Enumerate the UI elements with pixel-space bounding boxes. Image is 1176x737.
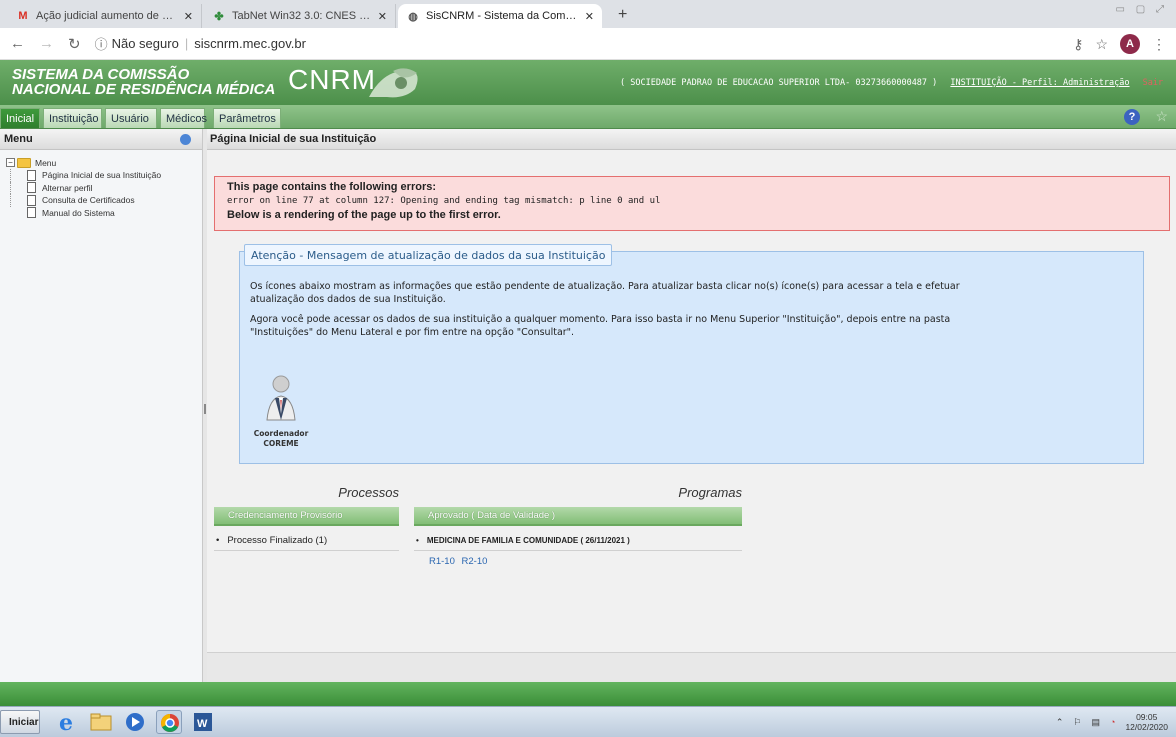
browser-menu-icon[interactable]: ⋮	[1152, 36, 1166, 53]
programas-links: R1-10 R2-10	[429, 556, 491, 567]
coordenador-coreme-button[interactable]: Coordenador COREME	[246, 374, 316, 449]
main-nav: Inicial Instituição Usuário Médicos Parâ…	[0, 105, 1176, 129]
key-icon[interactable]: ⚷	[1073, 36, 1083, 53]
browser-actions: ⚷ ☆ A ⋮	[1073, 34, 1166, 54]
site-title: SISTEMA DA COMISSÃO NACIONAL DE RESIDÊNC…	[12, 66, 276, 98]
profile-avatar[interactable]: A	[1120, 34, 1140, 54]
url-field[interactable]: ⓘ Não seguro | siscnrm.mec.gov.br	[95, 34, 306, 53]
clock[interactable]: 09:05 12/02/2020	[1125, 712, 1168, 732]
page-icon	[27, 169, 36, 181]
nav-tab-medicos[interactable]: Médicos	[160, 108, 207, 128]
window-controls-icon[interactable]: ▭ ▢ ⤢	[1116, 4, 1168, 15]
cnrm-emblem-icon	[369, 68, 418, 98]
explorer-icon[interactable]	[88, 710, 114, 734]
notice-legend: Atenção - Mensagem de atualização de dad…	[244, 244, 613, 266]
notice-panel: Atenção - Mensagem de atualização de dad…	[239, 244, 1144, 464]
menu-item-alternar-perfil[interactable]: Alternar perfil	[10, 181, 202, 194]
link-r1-10[interactable]: R1-10	[429, 556, 455, 567]
side-menu-header: Menu	[0, 129, 202, 150]
profile-link[interactable]: INSTITUIÇÃO - Perfil: Administração	[950, 78, 1129, 88]
error-message: error on line 77 at column 127: Opening …	[227, 196, 661, 206]
processos-title: Processos	[338, 485, 399, 500]
nav-tab-instituicao[interactable]: Instituição	[43, 108, 102, 128]
programas-header: Aprovado ( Data de Validade )	[414, 507, 742, 526]
menu-tree: − Menu Página Inicial de sua Instituição…	[0, 150, 202, 219]
browser-tab-tabnet[interactable]: ✤ TabNet Win32 3.0: CNES - Recursos ✕	[204, 4, 396, 28]
help-icon[interactable]: ?	[1124, 109, 1140, 125]
ie-icon[interactable]: e	[54, 710, 80, 736]
info-icon[interactable]: ⓘ	[95, 34, 108, 53]
folder-icon	[17, 157, 31, 168]
collapse-icon[interactable]	[180, 134, 191, 145]
forward-icon[interactable]: →	[39, 35, 54, 52]
menu-tree-root[interactable]: − Menu	[6, 156, 202, 169]
tray-expand-icon[interactable]: ⌃	[1056, 717, 1064, 728]
chrome-icon[interactable]	[156, 710, 182, 734]
error-heading: This page contains the following errors:	[227, 181, 437, 193]
page-icon	[27, 194, 36, 206]
close-icon[interactable]: ✕	[585, 10, 594, 23]
reload-icon[interactable]: ↻	[68, 35, 81, 53]
globe-icon: ◍	[408, 10, 418, 23]
word-icon[interactable]: W	[190, 710, 216, 734]
site-footer-bar	[0, 682, 1176, 706]
person-icon	[266, 375, 296, 421]
volume-muted-icon[interactable]: ◔	[1110, 717, 1115, 727]
flag-icon[interactable]: ⚐	[1073, 717, 1081, 728]
new-tab-button[interactable]: +	[618, 6, 627, 24]
programas-title: Programas	[678, 485, 742, 500]
cnrm-logo-text: CNRM	[288, 64, 376, 95]
main-footer-bar	[207, 652, 1176, 682]
back-icon[interactable]: ←	[10, 35, 25, 52]
close-icon[interactable]: ✕	[184, 10, 193, 23]
processos-header: Credenciamento Provisório	[214, 507, 399, 526]
notice-paragraph-1: Os ícones abaixo mostram as informações …	[250, 281, 960, 305]
site-header: SISTEMA DA COMISSÃO NACIONAL DE RESIDÊNC…	[0, 60, 1176, 105]
nav-tab-inicial[interactable]: Inicial	[0, 108, 40, 128]
page-title: Página Inicial de sua Instituição	[207, 129, 1176, 150]
list-item[interactable]: • Processo Finalizado (1)	[214, 531, 399, 551]
nav-tab-usuario[interactable]: Usuário	[105, 108, 157, 128]
tabnet-icon: ✤	[214, 10, 224, 23]
error-box: This page contains the following errors:…	[214, 176, 1170, 231]
user-info: ( SOCIEDADE PADRAO DE EDUCACAO SUPERIOR …	[620, 78, 1163, 88]
bullet-icon: •	[416, 536, 419, 545]
menu-item-pagina-inicial[interactable]: Página Inicial de sua Instituição	[10, 169, 202, 182]
link-r2-10[interactable]: R2-10	[462, 556, 488, 567]
favorite-icon[interactable]: ☆	[1155, 108, 1168, 125]
media-player-icon[interactable]	[122, 710, 148, 734]
page-icon	[27, 207, 36, 219]
list-item: • MEDICINA DE FAMILIA E COMUNIDADE ( 26/…	[414, 531, 742, 551]
error-footer: Below is a rendering of the page up to t…	[227, 209, 501, 221]
svg-text:W: W	[197, 718, 208, 730]
browser-tab-gmail[interactable]: M Ação judicial aumento de vagas - m ✕	[8, 4, 202, 28]
security-label: Não seguro	[111, 36, 179, 51]
address-bar: ← → ↻ ⓘ Não seguro | siscnrm.mec.gov.br …	[0, 28, 1176, 60]
menu-item-consulta-certificados[interactable]: Consulta de Certificados	[10, 194, 202, 207]
side-menu: Menu − Menu Página Inicial de sua Instit…	[0, 129, 203, 682]
browser-tab-siscnrm[interactable]: ◍ SisCNRM - Sistema da Comissão Nac ✕	[398, 4, 602, 28]
logout-link[interactable]: Sair	[1143, 78, 1163, 88]
svg-text:e: e	[59, 710, 73, 734]
bullet-icon: •	[216, 535, 220, 546]
start-button[interactable]: Iniciar	[0, 710, 40, 734]
taskbar: Iniciar e W ⌃ ⚐ ▤ ◔ 09:05 12/02/2020	[0, 706, 1176, 737]
minus-icon[interactable]: −	[6, 158, 15, 167]
url-text: siscnrm.mec.gov.br	[194, 36, 306, 51]
bookmark-star-icon[interactable]: ☆	[1095, 36, 1108, 53]
menu-item-manual[interactable]: Manual do Sistema	[10, 207, 202, 220]
institution-label: ( SOCIEDADE PADRAO DE EDUCACAO SUPERIOR …	[620, 78, 938, 88]
network-icon[interactable]: ▤	[1092, 717, 1101, 728]
notice-paragraph-2: Agora você pode acessar os dados de sua …	[250, 314, 951, 338]
gmail-icon: M	[18, 10, 28, 22]
browser-tab-strip: M Ação judicial aumento de vagas - m ✕ ✤…	[0, 0, 1176, 28]
main-content: Página Inicial de sua Instituição This p…	[207, 129, 1176, 682]
page-icon	[27, 182, 36, 194]
splitter-grip-icon[interactable]	[204, 404, 206, 414]
system-tray: ⌃ ⚐ ▤ ◔ 09:05 12/02/2020	[1056, 709, 1168, 735]
nav-tab-parametros[interactable]: Parâmetros	[213, 108, 281, 128]
close-icon[interactable]: ✕	[378, 10, 387, 23]
